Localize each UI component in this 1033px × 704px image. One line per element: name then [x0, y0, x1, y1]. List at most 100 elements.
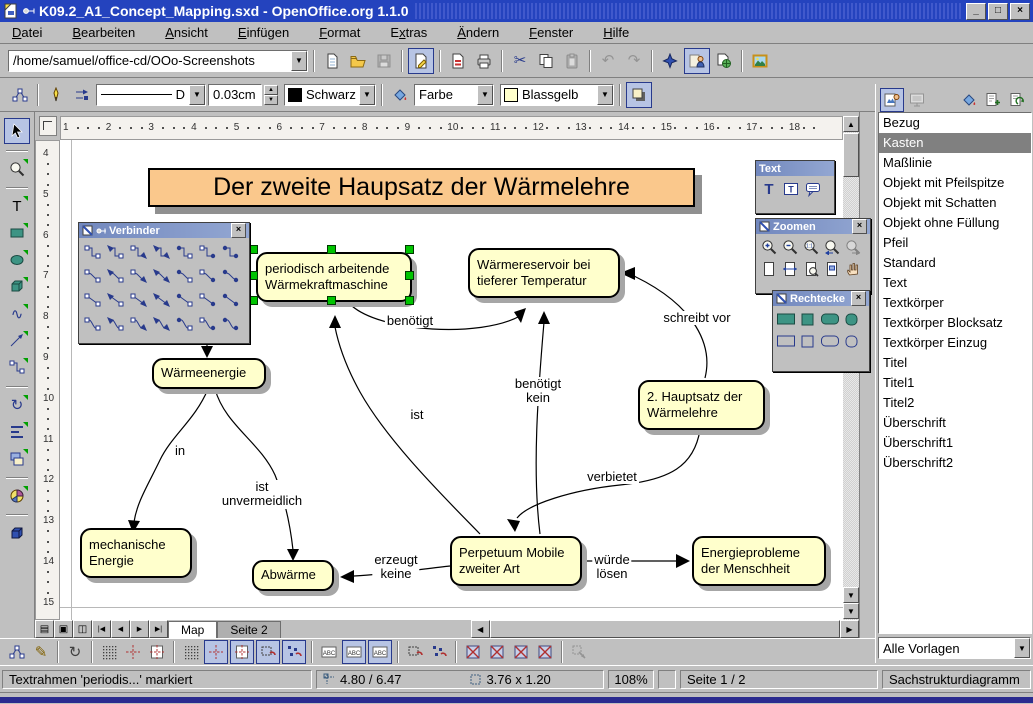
line-style-dropdown[interactable]: ▼ — [189, 85, 205, 105]
edit-points-icon[interactable] — [8, 83, 32, 107]
menu-einfgen[interactable]: Einfügen — [236, 24, 291, 41]
shadow-toggle-icon[interactable] — [626, 82, 652, 108]
tab-map[interactable]: Map — [168, 621, 217, 638]
close-icon[interactable]: × — [231, 223, 246, 238]
drawing-canvas[interactable]: Der zweite Haupsatz der Wärmelehre perio… — [60, 140, 843, 620]
selection-handle[interactable] — [327, 245, 336, 254]
load-url-combo[interactable]: ▼ — [8, 50, 308, 72]
elbow-connector-arrow-square-icon[interactable] — [104, 240, 127, 264]
rounded-square-icon[interactable] — [841, 330, 863, 352]
gallery-icon[interactable] — [748, 49, 772, 73]
first-page-icon[interactable]: |◀ — [92, 620, 111, 638]
rounded-rectangle-filled-icon[interactable] — [819, 308, 841, 330]
vertical-scroll-thumb[interactable] — [843, 133, 859, 177]
straight-connector-circle-square-icon[interactable] — [173, 288, 196, 312]
elbow-connector-arrow-arrow-icon[interactable] — [150, 240, 173, 264]
alignment-tool-icon[interactable] — [5, 420, 29, 444]
presentation-styles-icon[interactable] — [906, 89, 928, 111]
minimize-button[interactable]: _ — [966, 3, 986, 20]
style-filter-combo[interactable]: Alle Vorlagen ▼ — [878, 637, 1031, 659]
curve-connector-square-circle-icon[interactable] — [196, 312, 219, 336]
style-item-titel1[interactable]: Titel1 — [879, 373, 1031, 393]
selection-handle[interactable] — [249, 245, 258, 254]
arrange-tool-icon[interactable] — [5, 447, 29, 471]
style-filter-dropdown[interactable]: ▼ — [1014, 638, 1030, 658]
text-tool-icon[interactable]: T — [5, 194, 29, 218]
close-icon[interactable]: × — [851, 291, 866, 306]
panel-splitter[interactable] — [859, 112, 876, 665]
close-icon[interactable]: × — [852, 219, 867, 234]
menu-hilfe[interactable]: Hilfe — [601, 24, 631, 41]
menu-extras[interactable]: Extras — [388, 24, 429, 41]
close-button[interactable]: × — [1010, 3, 1030, 20]
insert-text-icon[interactable]: T — [758, 178, 780, 200]
scroll-down-button[interactable]: ▼ — [843, 587, 859, 603]
rounded-rectangle-icon[interactable] — [819, 330, 841, 352]
ellipse-tool-icon[interactable] — [5, 248, 29, 272]
new-style-from-selection-icon[interactable] — [982, 89, 1004, 111]
map-node-perpetuum-mobile[interactable]: Perpetuum Mobile zweiter Art — [450, 536, 582, 586]
elbow-connector-square-circle-icon[interactable] — [196, 240, 219, 264]
line-dialog-icon[interactable] — [44, 83, 68, 107]
style-item-objekt-ohne-f-llung[interactable]: Objekt ohne Füllung — [879, 213, 1031, 233]
create-with-attributes-icon[interactable] — [428, 641, 450, 663]
3d-objects-tool-icon[interactable] — [5, 275, 29, 299]
square-icon[interactable] — [797, 330, 819, 352]
curve-connector-square-square-icon[interactable] — [81, 312, 104, 336]
line-connector-arrow-square-icon[interactable] — [104, 264, 127, 288]
curve-connector-circle-square-icon[interactable] — [173, 312, 196, 336]
horizontal-scroll-thumb[interactable] — [490, 620, 840, 638]
arrow-style-icon[interactable] — [70, 83, 94, 107]
selection-handle[interactable] — [327, 296, 336, 305]
line-width-spinner[interactable]: ▲▼ — [264, 85, 278, 105]
line-connector-square-arrow-icon[interactable] — [127, 264, 150, 288]
selection-handle[interactable] — [405, 245, 414, 254]
menu-bearbeiten[interactable]: Bearbeiten — [70, 24, 137, 41]
show-grid-icon[interactable] — [98, 641, 120, 663]
edge-label[interactable]: erzeugt keine — [372, 553, 419, 582]
style-item--berschrift2[interactable]: Überschrift2 — [879, 453, 1031, 473]
map-node-energieprobleme[interactable]: Energieprobleme der Menschheit — [692, 536, 826, 586]
hscroll-right-button[interactable]: ▶ — [840, 620, 859, 638]
style-item-pfeil[interactable]: Pfeil — [879, 233, 1031, 253]
paste-icon[interactable] — [560, 49, 584, 73]
object-placeholder-icon[interactable] — [534, 641, 556, 663]
pan-hand-icon[interactable] — [842, 258, 863, 280]
line-connector-circle-square-icon[interactable] — [173, 264, 196, 288]
style-item-objekt-mit-schatten[interactable]: Objekt mit Schatten — [879, 193, 1031, 213]
pin-icon[interactable] — [96, 226, 106, 236]
status-zoom[interactable]: 108% — [608, 670, 654, 689]
zoom-previous-icon[interactable] — [821, 236, 842, 258]
line-connector-arrow-arrow-icon[interactable] — [150, 264, 173, 288]
style-item-kasten[interactable]: Kasten — [879, 133, 1031, 153]
direct-edit-icon[interactable]: ✎ — [30, 641, 52, 663]
insert-tool-icon[interactable] — [5, 484, 29, 508]
line-connector-circle-circle-icon[interactable] — [219, 264, 242, 288]
map-node-hauptsatz[interactable]: 2. Hauptsatz der Wärmelehre — [638, 380, 765, 430]
fit-text-to-frame-icon[interactable]: T — [780, 178, 802, 200]
edit-glue-points-icon[interactable] — [6, 641, 28, 663]
redo-icon[interactable]: ↷ — [622, 49, 646, 73]
curve-connector-square-arrow-icon[interactable] — [127, 312, 150, 336]
double-click-to-edit-text-icon[interactable]: ABC — [368, 640, 392, 664]
status-template[interactable]: Sachstrukturdiagramm — [882, 670, 1031, 689]
view-mode-1-icon[interactable]: ▤ — [35, 620, 54, 638]
3d-controller-icon[interactable] — [5, 521, 29, 545]
style-item-textk-rper-blocksatz[interactable]: Textkörper Blocksatz — [879, 313, 1031, 333]
callouts-icon[interactable] — [802, 178, 824, 200]
fill-format-mode-icon[interactable] — [958, 89, 980, 111]
ruler-origin[interactable] — [35, 112, 60, 140]
update-style-icon[interactable] — [1006, 89, 1028, 111]
menu-ndern[interactable]: Ändern — [455, 24, 501, 41]
rechtecke-title-bar[interactable]: Rechtecke × — [773, 291, 869, 306]
fill-color-dropdown[interactable]: ▼ — [597, 85, 613, 105]
zoom-optimal-icon[interactable] — [800, 258, 821, 280]
quick-edit-icon[interactable]: ABC — [318, 641, 340, 663]
fill-type-dropdown[interactable]: ▼ — [477, 85, 493, 105]
print-icon[interactable] — [472, 49, 496, 73]
straight-connector-square-square-icon[interactable] — [81, 288, 104, 312]
picture-placeholder-icon[interactable] — [462, 641, 484, 663]
zoom-next-icon[interactable] — [842, 236, 863, 258]
edge-label[interactable]: ist unvermeidlich — [220, 480, 304, 509]
zoom-out-icon[interactable] — [779, 236, 800, 258]
